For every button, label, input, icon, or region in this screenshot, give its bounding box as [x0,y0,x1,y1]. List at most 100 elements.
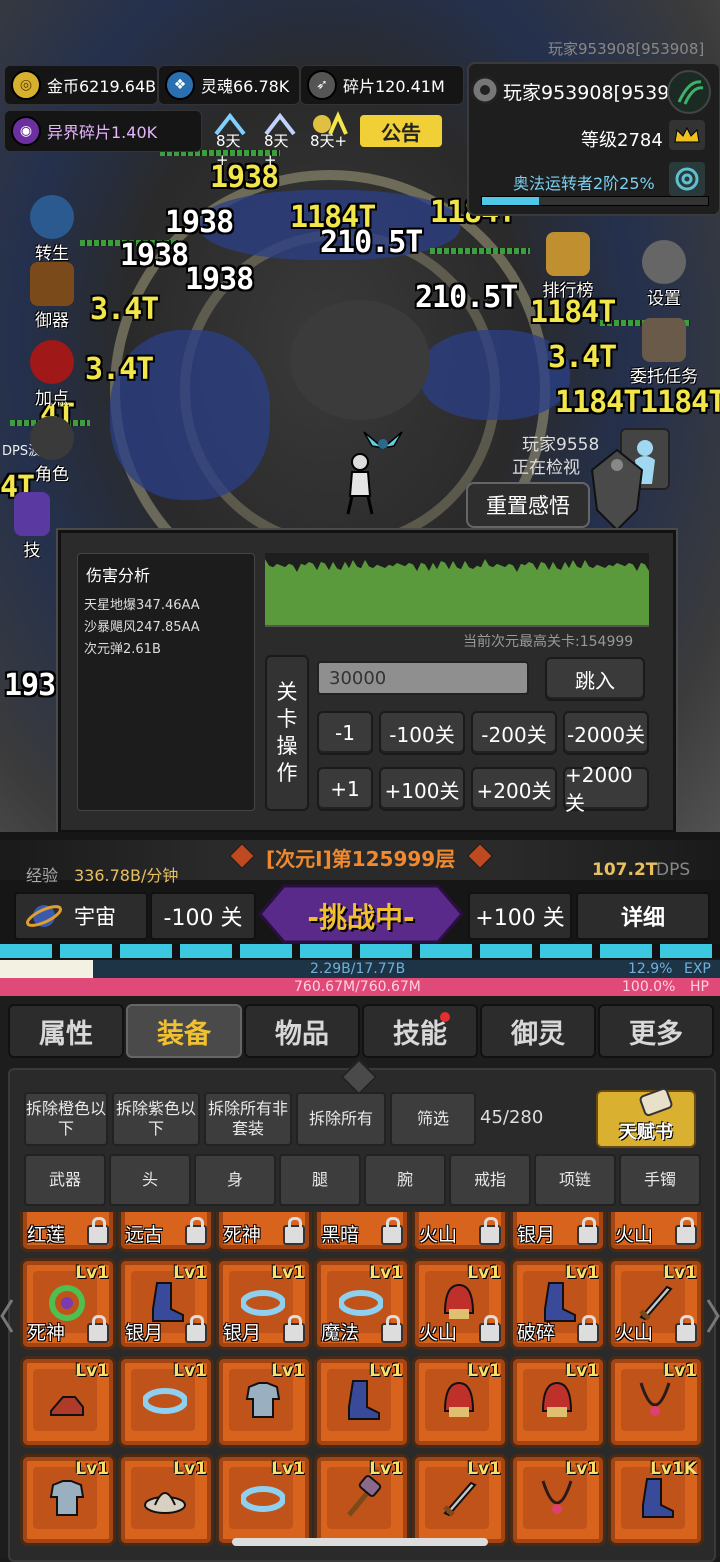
buff-icon[interactable]: 8天+ [308,110,348,150]
equipment-slot[interactable]: Lv1 死神 [20,1258,116,1350]
equipment-slot[interactable]: Lv1 银月 [118,1258,214,1350]
equipment-slot[interactable]: 远古 [118,1212,214,1252]
tab-spirits[interactable]: 御灵 [480,1004,596,1058]
filter-head[interactable]: 头 [109,1154,191,1206]
equipment-slot[interactable]: 黑暗 [314,1212,410,1252]
spiral-icon [669,162,705,196]
equipment-slot[interactable]: 银月 [510,1212,606,1252]
notification-dot [440,1012,450,1022]
menu-character[interactable]: 角色 [24,416,80,485]
equipment-slot[interactable]: Lv1 [216,1356,312,1448]
dismantle-all-button[interactable]: 拆除所有 [296,1092,386,1146]
equipment-slot[interactable]: 红莲 [20,1212,116,1252]
item-level: Lv1 [75,1361,109,1381]
filter-bracelet[interactable]: 手镯 [619,1154,701,1206]
filter-button[interactable]: 筛选 [390,1092,476,1146]
item-name: 火山 [615,1322,654,1344]
plus-1-button[interactable]: +1 [317,767,373,811]
equipment-slot[interactable]: 死神 [216,1212,312,1252]
detail-button[interactable]: 详细 [576,892,710,940]
talent-book-button[interactable]: 天赋书 [596,1087,696,1148]
damage-number: 210.5T [415,280,518,315]
equipment-slot[interactable]: Lv1 [412,1454,508,1546]
equipment-slot[interactable]: Lv1K [608,1454,704,1546]
filter-legs[interactable]: 腿 [279,1154,361,1206]
equipment-slot[interactable]: Lv1 [510,1454,606,1546]
menu-settings[interactable]: 设置 [636,240,692,309]
settings-gear-icon[interactable] [465,70,505,110]
plus-100-button[interactable]: +100关 [379,767,465,811]
energy-segments [0,944,720,958]
tab-items[interactable]: 物品 [244,1004,360,1058]
menu-leaderboard[interactable]: 排行榜 [536,232,600,301]
notice-button[interactable]: 公告 [360,115,442,147]
menu-rebirth[interactable]: 转生 [24,195,80,264]
equipment-slot[interactable]: Lv1 [510,1356,606,1448]
equipment-slot[interactable]: Lv1 [608,1356,704,1448]
tab-equipment[interactable]: 装备 [126,1004,242,1058]
filter-ring[interactable]: 戒指 [449,1154,531,1206]
minus-100-stage-button[interactable]: -100 关 [150,892,256,940]
tab-skills[interactable]: 技能 [362,1004,478,1058]
jump-button[interactable]: 跳入 [545,657,645,701]
equipment-slot[interactable]: Lv1 魔法 [314,1258,410,1350]
universe-button[interactable]: 宇宙 [14,892,148,940]
menu-add-points[interactable]: 加点 [24,340,80,409]
tab-more[interactable]: 更多 [598,1004,714,1058]
item-name: 银月 [223,1322,262,1344]
item-level: Lv1 [369,1263,403,1283]
equipment-slot[interactable]: Lv1 银月 [216,1258,312,1350]
minus-100-button[interactable]: -100关 [379,711,465,755]
fragment-amount: 碎片120.41M [343,77,445,96]
equipment-slot[interactable]: Lv1 [216,1454,312,1546]
tab-attributes[interactable]: 属性 [8,1004,124,1058]
equipment-slot[interactable]: 火山 [608,1212,704,1252]
plus-2000-button[interactable]: +2000关 [563,763,649,815]
dismantle-below-orange-button[interactable]: 拆除橙色以下 [24,1092,108,1146]
buff-icon[interactable]: 8天+ [260,110,300,169]
scroll-right-arrow-icon[interactable] [706,1296,720,1336]
menu-artifact[interactable]: 御器 [24,262,80,331]
item-name: 火山 [615,1224,654,1246]
hp-tag: HP [690,979,709,995]
plus-200-button[interactable]: +200关 [471,767,557,811]
equipment-slot[interactable]: Lv1 [20,1454,116,1546]
equipment-slot[interactable]: Lv1 火山 [412,1258,508,1350]
lock-icon [479,1315,501,1343]
menu-skill[interactable]: 技 [8,492,56,561]
equipment-slot[interactable]: Lv1 [118,1356,214,1448]
sword-icon [443,1481,477,1517]
equipment-slot[interactable]: Lv1 [118,1454,214,1546]
dismantle-non-set-button[interactable]: 拆除所有非套装 [204,1092,292,1146]
lock-icon [283,1315,305,1343]
equipment-slot[interactable]: Lv1 破碎 [510,1258,606,1350]
helmet-icon [443,1283,475,1319]
equipment-slot[interactable]: Lv1 火山 [608,1258,704,1350]
minus-1-button[interactable]: -1 [317,711,373,755]
necklace-icon [541,1480,573,1514]
reset-insight-button[interactable]: 重置感悟 [466,482,590,528]
equipment-grid[interactable]: 红莲 远古 死神 黑暗 火山 银月 火山 Lv1 死神 Lv1 银月 Lv1 银月 Lv1 魔法 Lv1 火山 L… [0,1212,720,1558]
challenge-button[interactable]: -挑战中- [258,884,464,944]
equipment-slot[interactable]: Lv1 [412,1356,508,1448]
equipment-slot[interactable]: Lv1 [314,1356,410,1448]
filter-weapon[interactable]: 武器 [24,1154,106,1206]
soul-icon: ❖ [165,70,195,100]
minus-2000-button[interactable]: -2000关 [563,711,649,755]
equipment-slot[interactable]: 火山 [412,1212,508,1252]
filter-wrist[interactable]: 腕 [364,1154,446,1206]
equipment-slot[interactable]: Lv1 [20,1356,116,1448]
ring-icon [49,1285,85,1321]
minus-200-button[interactable]: -200关 [471,711,557,755]
buff-icon[interactable]: 8天+ [210,110,250,169]
dismantle-below-purple-button[interactable]: 拆除紫色以下 [112,1092,200,1146]
equipment-slot[interactable]: Lv1 [314,1454,410,1546]
menu-commission[interactable]: 委托任务 [626,318,702,387]
plus-100-stage-button[interactable]: +100 关 [468,892,572,940]
scroll-left-arrow-icon[interactable] [0,1296,14,1336]
menu-label: 加点 [35,389,69,409]
stage-input[interactable] [317,661,529,695]
filter-necklace[interactable]: 项链 [534,1154,616,1206]
filter-body[interactable]: 身 [194,1154,276,1206]
alien-fragment-resource: ◉ 异界碎片1.40K [4,110,202,152]
